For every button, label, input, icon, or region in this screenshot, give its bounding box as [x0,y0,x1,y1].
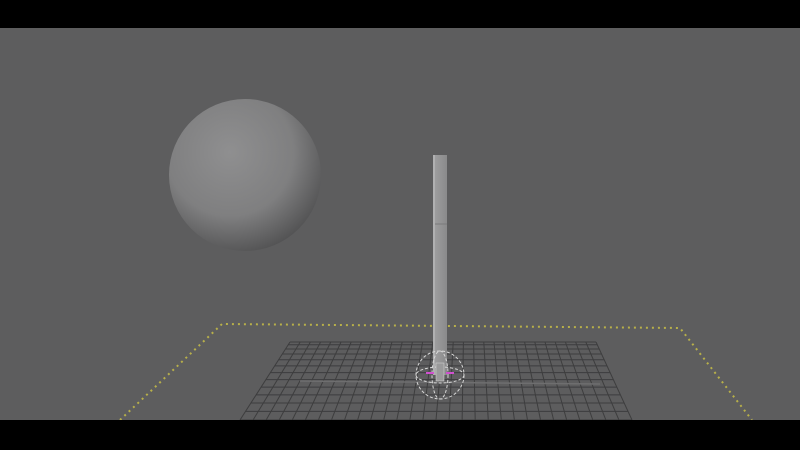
viewport-frame [0,0,800,450]
letterbox-bottom [0,420,800,450]
letterbox-top [0,0,800,28]
viewport-canvas[interactable] [0,28,800,420]
pole-object[interactable] [433,155,447,375]
3d-viewport[interactable] [0,28,800,420]
sphere-object[interactable] [169,99,321,251]
